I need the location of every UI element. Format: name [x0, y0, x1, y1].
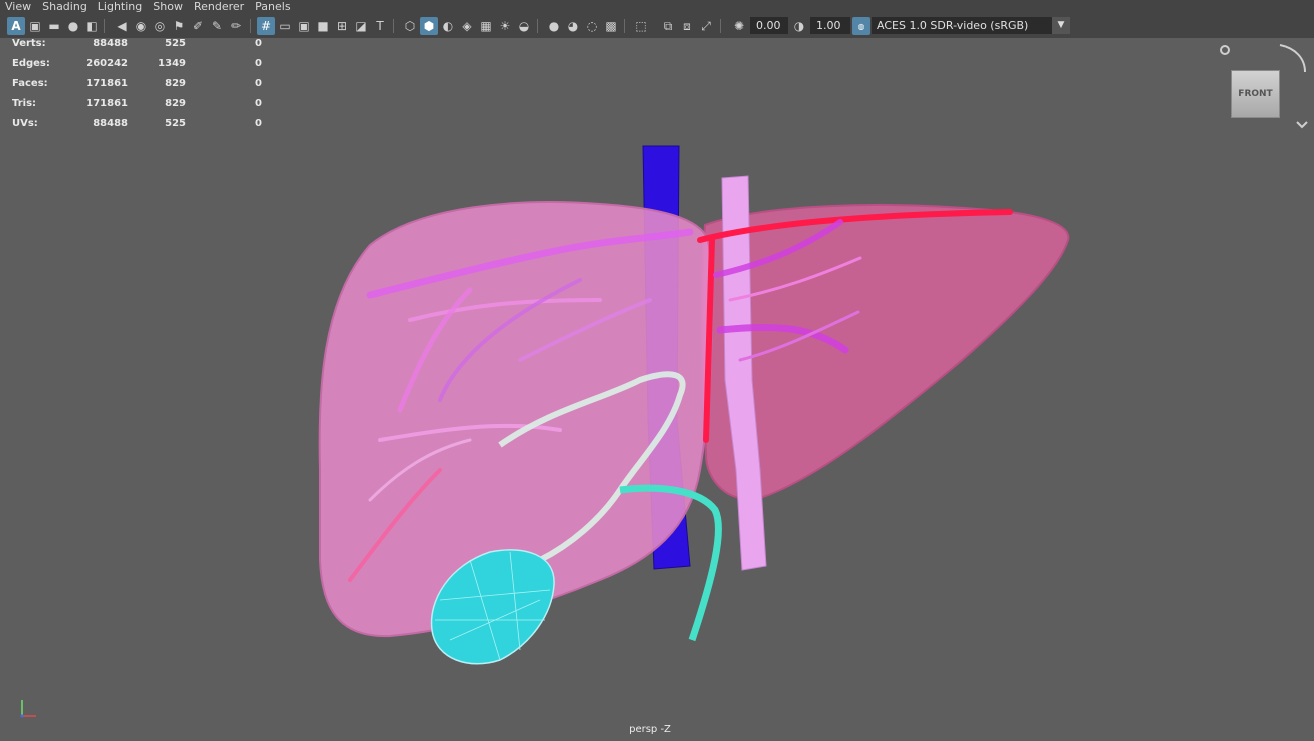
- hud-label: Edges:: [12, 58, 50, 69]
- hud-value: 88488: [93, 38, 128, 49]
- hud-row-tris: Tris: 171861 829 0: [12, 98, 262, 118]
- xray-icon[interactable]: ⧉: [659, 17, 677, 35]
- grease-pencil-icon[interactable]: ✎: [208, 17, 226, 35]
- camera-name-label: persp -Z: [629, 724, 671, 735]
- textured-icon[interactable]: ◈: [458, 17, 476, 35]
- hud-row-faces: Faces: 171861 829 0: [12, 78, 262, 98]
- ambient-occlusion-icon[interactable]: ●: [545, 17, 563, 35]
- hud-label: UVs:: [12, 118, 38, 129]
- film-gate-icon[interactable]: ▭: [276, 17, 294, 35]
- color-management-icon[interactable]: ◍: [852, 17, 870, 35]
- wireframe-on-shaded-icon[interactable]: ◐: [439, 17, 457, 35]
- field-chart-icon[interactable]: ⊞: [333, 17, 351, 35]
- hud-label: Verts:: [12, 38, 46, 49]
- camera-aim-icon[interactable]: ◎: [151, 17, 169, 35]
- light-icon[interactable]: ☀: [496, 17, 514, 35]
- hud-row-uvs: UVs: 88488 525 0: [12, 118, 262, 138]
- hud-value: 88488: [93, 118, 128, 129]
- exposure-icon[interactable]: ✺: [730, 17, 748, 35]
- depth-of-field-icon[interactable]: ▩: [602, 17, 620, 35]
- anti-alias-icon[interactable]: ◌: [583, 17, 601, 35]
- hud-value: 525: [165, 38, 186, 49]
- viewcube-front[interactable]: FRONT: [1231, 70, 1280, 118]
- hud-value: 0: [255, 98, 262, 109]
- color-space-dropdown[interactable]: ACES 1.0 SDR-video (sRGB) ▼: [872, 17, 1070, 34]
- checker-icon[interactable]: ▦: [477, 17, 495, 35]
- shadows-icon[interactable]: ◒: [515, 17, 533, 35]
- hud-value: 260242: [86, 58, 128, 69]
- gamma-icon[interactable]: ◑: [790, 17, 808, 35]
- camera-attributes-icon[interactable]: ◉: [132, 17, 150, 35]
- isolate-icon[interactable]: ⬚: [632, 17, 650, 35]
- select-camera-icon[interactable]: ▣: [26, 17, 44, 35]
- hud-value: 0: [255, 118, 262, 129]
- bookmark-flag-icon[interactable]: ⚑: [170, 17, 188, 35]
- gate-mask-icon[interactable]: ■: [314, 17, 332, 35]
- hud-value: 171861: [86, 98, 128, 109]
- hud-row-verts: Verts: 88488 525 0: [12, 38, 262, 58]
- wireframe-icon[interactable]: ⬡: [401, 17, 419, 35]
- color-space-value: ACES 1.0 SDR-video (sRGB): [877, 19, 1029, 32]
- menu-show[interactable]: Show: [148, 0, 189, 14]
- menu-lighting[interactable]: Lighting: [93, 0, 148, 14]
- motion-blur-icon[interactable]: ◕: [564, 17, 582, 35]
- hud-value: 829: [165, 78, 186, 89]
- viewport-toolbar: A ▣ ▬ ● ◧ ◀ ◉ ◎ ⚑ ✐ ✎ ✏ # ▭ ▣ ■ ⊞ ◪ T ⬡ …: [0, 14, 1314, 38]
- safe-action-icon[interactable]: ◪: [352, 17, 370, 35]
- resolution-gate-icon[interactable]: ▣: [295, 17, 313, 35]
- menu-shading[interactable]: Shading: [37, 0, 93, 14]
- camera-icon[interactable]: ◀: [113, 17, 131, 35]
- gamma-field[interactable]: 1.00: [810, 17, 850, 34]
- hud-value: 525: [165, 118, 186, 129]
- lock-camera-icon[interactable]: ▬: [45, 17, 63, 35]
- axis-gizmo-icon: [20, 700, 36, 718]
- menu-panels[interactable]: Panels: [250, 0, 296, 14]
- menu-view[interactable]: View: [0, 0, 37, 14]
- bookmark-icon[interactable]: ●: [64, 17, 82, 35]
- xray-components-icon[interactable]: ⤢: [697, 17, 715, 35]
- pan-zoom-icon[interactable]: ✐: [189, 17, 207, 35]
- hud-value: 0: [255, 58, 262, 69]
- xray-joints-icon[interactable]: ⧈: [678, 17, 696, 35]
- viewport-menubar: View Shading Lighting Show Renderer Pane…: [0, 0, 1314, 14]
- hud-value: 171861: [86, 78, 128, 89]
- viewcube-label: FRONT: [1238, 89, 1273, 99]
- chevron-down-icon[interactable]: ▼: [1052, 17, 1070, 34]
- poly-count-hud: Verts: 88488 525 0 Edges: 260242 1349 0 …: [12, 38, 262, 138]
- hud-label: Tris:: [12, 98, 37, 109]
- pencil-icon[interactable]: ✏: [227, 17, 245, 35]
- hud-value: 1349: [158, 58, 186, 69]
- hud-row-edges: Edges: 260242 1349 0: [12, 58, 262, 78]
- image-plane-icon[interactable]: ◧: [83, 17, 101, 35]
- safe-title-icon[interactable]: T: [371, 17, 389, 35]
- menu-renderer[interactable]: Renderer: [189, 0, 250, 14]
- shaded-icon[interactable]: ⬢: [420, 17, 438, 35]
- hud-value: 829: [165, 98, 186, 109]
- hud-label: Faces:: [12, 78, 48, 89]
- grid-icon[interactable]: #: [257, 17, 275, 35]
- select-tool-icon[interactable]: A: [7, 17, 25, 35]
- hud-value: 0: [255, 38, 262, 49]
- exposure-field[interactable]: 0.00: [750, 17, 788, 34]
- hud-value: 0: [255, 78, 262, 89]
